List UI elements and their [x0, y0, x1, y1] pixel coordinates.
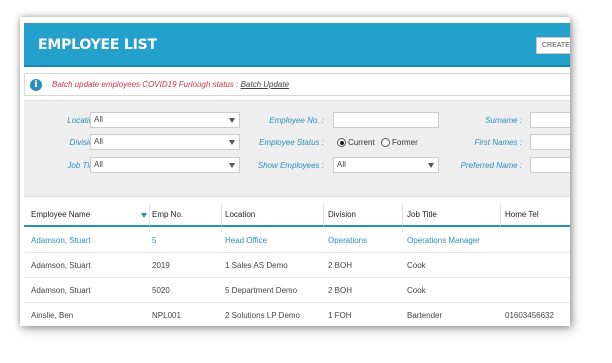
notice-bar: i Batch update employees COVID19 Furloug… — [24, 73, 570, 96]
employee-no-label: Employee No. : — [269, 116, 324, 125]
employee-table: Employee Name Emp No. Location Division … — [24, 196, 570, 326]
column-header-location[interactable]: Location — [225, 210, 255, 219]
job-title-select[interactable]: All — [90, 157, 240, 173]
notice-message: Batch update employees COVID19 Furlough … — [52, 80, 239, 89]
column-header-home-tel[interactable]: Home Tel — [505, 210, 539, 219]
column-divider — [221, 204, 222, 226]
first-names-input[interactable] — [530, 134, 570, 150]
chevron-down-icon — [229, 140, 235, 145]
cell-job-title: Cook — [407, 286, 426, 295]
sort-desc-icon[interactable] — [141, 213, 147, 218]
column-header-job-title[interactable]: Job Title — [407, 210, 437, 219]
cell-employee-name: Adamson, Stuart — [31, 261, 91, 270]
status-current-radio[interactable] — [337, 138, 346, 147]
cell-emp-no: NPL001 — [152, 311, 181, 320]
batch-update-link[interactable]: Batch Update — [241, 80, 289, 89]
chevron-down-icon — [229, 163, 235, 168]
column-header-emp-no[interactable]: Emp No. — [152, 210, 183, 219]
division-select[interactable]: All — [90, 134, 240, 150]
show-employees-label: Show Employees : — [257, 161, 324, 170]
column-divider — [149, 204, 150, 226]
column-divider — [402, 204, 403, 226]
column-header-division[interactable]: Division — [328, 210, 356, 219]
location-select[interactable]: All — [90, 112, 240, 128]
create-button[interactable]: CREATE — [536, 37, 570, 54]
info-icon: i — [30, 79, 42, 91]
employee-list-window: EMPLOYEE LIST CREATE i Batch update empl… — [20, 17, 570, 326]
division-select-value: All — [94, 137, 103, 146]
chevron-down-icon — [428, 163, 434, 168]
surname-input[interactable] — [530, 112, 570, 128]
cell-division[interactable]: Operations — [328, 236, 367, 245]
employee-status-label: Employee Status : — [259, 138, 324, 147]
status-former-label: Former — [392, 138, 418, 147]
table-row[interactable]: Adamson, Stuart 5 Head Office Operations… — [24, 228, 570, 253]
show-employees-select[interactable]: All — [333, 157, 439, 173]
cell-location: 1 Sales AS Demo — [225, 261, 288, 270]
cell-job-title[interactable]: Operations Manager — [407, 236, 480, 245]
cell-job-title: Cook — [407, 261, 426, 270]
cell-division: 2 BOH — [328, 261, 353, 270]
column-header-employee-name[interactable]: Employee Name — [31, 210, 90, 219]
cell-location[interactable]: Head Office — [225, 236, 267, 245]
preferred-name-input[interactable] — [530, 157, 570, 173]
cell-emp-no: 5020 — [152, 286, 170, 295]
surname-label: Surname : — [485, 116, 522, 125]
column-divider — [500, 204, 501, 226]
preferred-name-label: Preferred Name : — [460, 161, 522, 170]
cell-job-title: Bartender — [407, 311, 443, 320]
cell-division: 1 FOH — [328, 311, 352, 320]
cell-employee-name: Adamson, Stuart — [31, 286, 91, 295]
table-row[interactable]: Ainslie, Ben NPL001 2 Solutions LP Demo … — [24, 303, 570, 326]
job-title-select-value: All — [94, 160, 103, 169]
show-employees-select-value: All — [337, 160, 346, 169]
filter-panel: Location : All Division : All Job Title … — [24, 100, 570, 206]
table-row[interactable]: Adamson, Stuart 5020 5 Department Demo 2… — [24, 278, 570, 303]
table-row[interactable]: Adamson, Stuart 2019 1 Sales AS Demo 2 B… — [24, 253, 570, 278]
cell-employee-name[interactable]: Adamson, Stuart — [31, 236, 91, 245]
page-title: EMPLOYEE LIST — [38, 37, 157, 53]
first-names-label: First Names : — [474, 138, 522, 147]
page-header: EMPLOYEE LIST CREATE — [24, 23, 570, 67]
cell-employee-name: Ainslie, Ben — [31, 311, 74, 320]
notice-text: Batch update employees COVID19 Furlough … — [52, 80, 289, 89]
cell-location: 2 Solutions LP Demo — [225, 311, 301, 320]
cell-emp-no[interactable]: 5 — [152, 236, 156, 245]
location-select-value: All — [94, 115, 103, 124]
chevron-down-icon — [229, 118, 235, 123]
employee-no-input[interactable] — [333, 112, 439, 128]
table-header: Employee Name Emp No. Location Division … — [24, 201, 570, 227]
cell-division: 2 BOH — [328, 286, 353, 295]
status-former-radio[interactable] — [381, 138, 390, 147]
cell-emp-no: 2019 — [152, 261, 170, 270]
cell-location: 5 Department Demo — [225, 286, 298, 295]
status-current-label: Current — [348, 138, 375, 147]
column-divider — [323, 204, 324, 226]
cell-home-tel: 01603456632 — [505, 311, 554, 320]
